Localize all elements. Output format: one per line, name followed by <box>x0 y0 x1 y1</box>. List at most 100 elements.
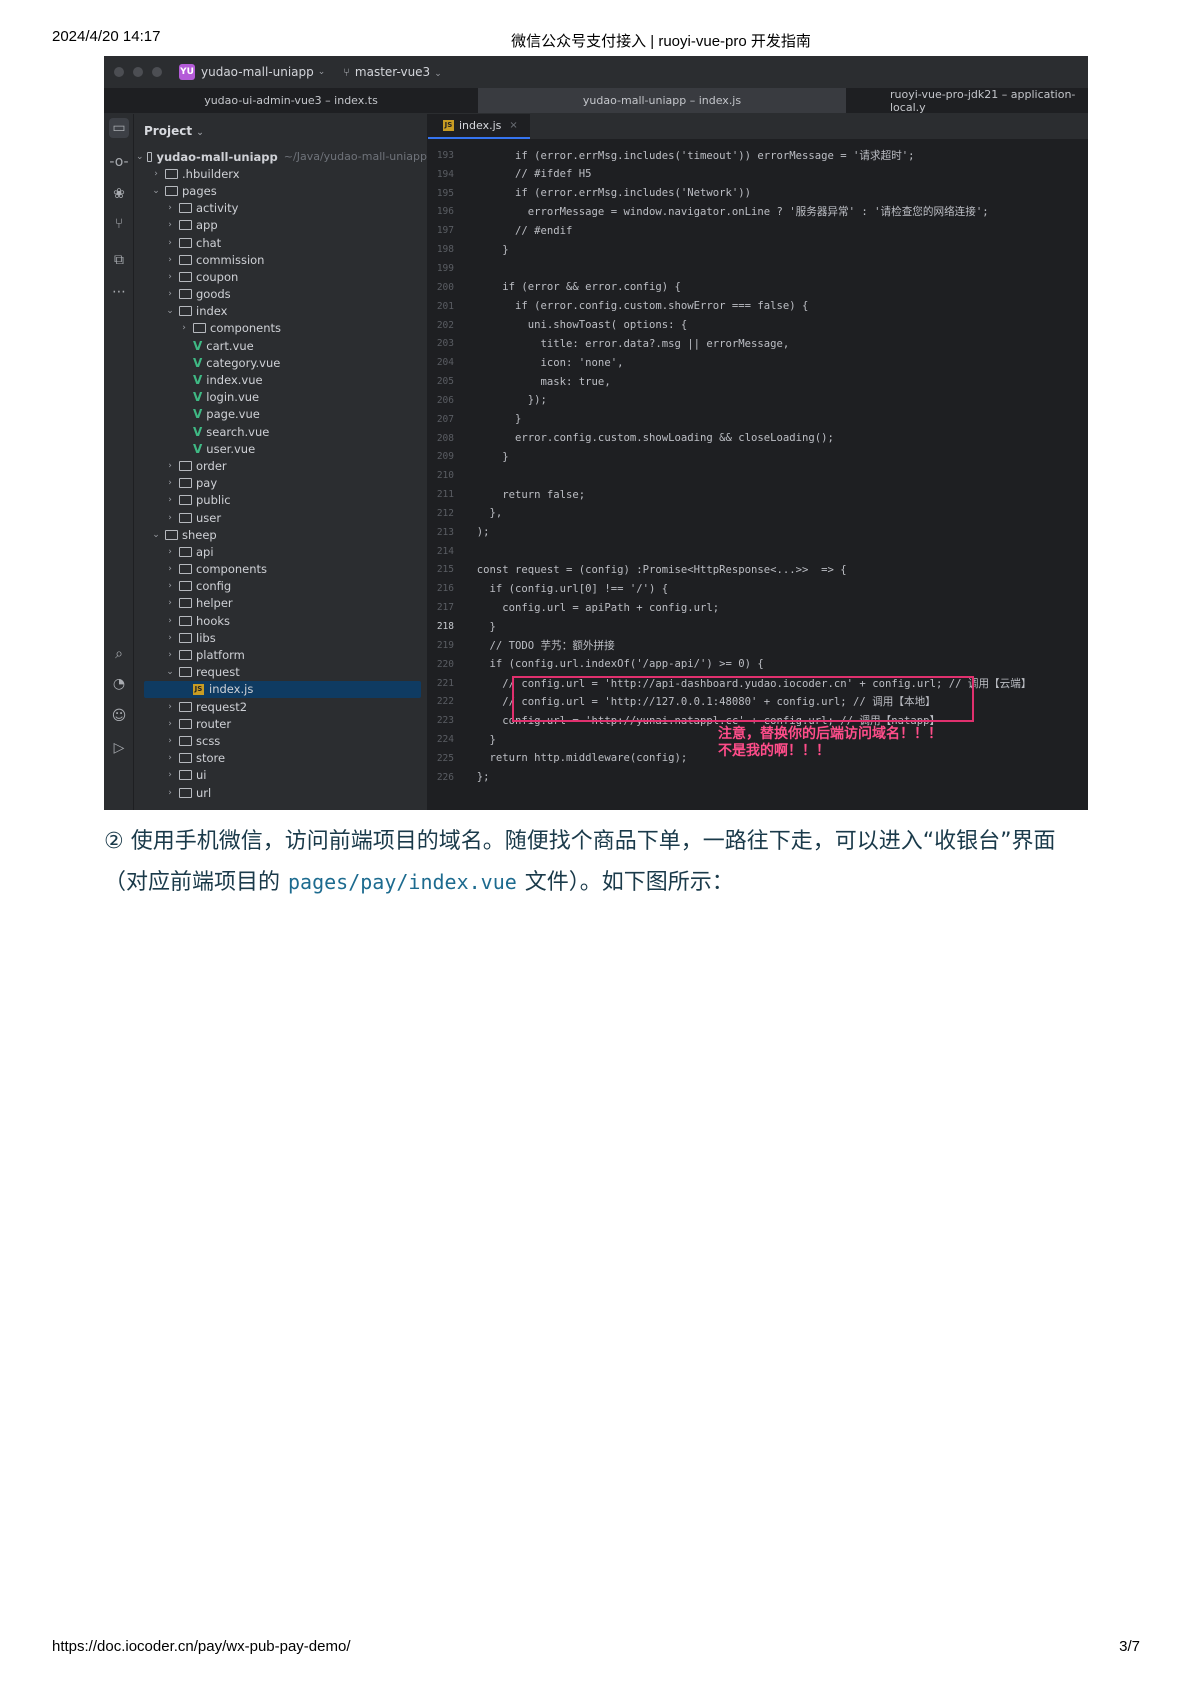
folder-icon <box>179 512 192 523</box>
code-text: }, <box>464 507 503 520</box>
window-zoom-dot <box>152 67 162 77</box>
tree-folder: › goods <box>134 286 427 303</box>
tree-file: Vuser.vue <box>134 440 427 457</box>
chevron-right-icon: › <box>168 220 172 231</box>
folder-icon <box>179 701 192 712</box>
chevron-right-icon: › <box>168 598 172 609</box>
code-line: 215 const request = (config) :Promise<Ht… <box>428 561 1088 580</box>
tree-item-label: ui <box>196 768 207 783</box>
folder-icon <box>179 495 192 506</box>
code-text: error.config.custom.showLoading && close… <box>464 432 834 445</box>
tree-file: Vindex.vue <box>134 371 427 388</box>
line-number: 220 <box>436 658 454 670</box>
tool-window-strip: ▭ -o- ❀ ⑂ ⧉ ⋯ ⌕ ◔ ☺ ▷ <box>104 114 134 810</box>
tree-item-label: search.vue <box>206 424 270 439</box>
tree-folder: › config <box>134 578 427 595</box>
chevron-down-icon: ⌄ <box>136 151 144 162</box>
code-line: 218 } <box>428 617 1088 636</box>
tree-folder: › platform <box>134 646 427 663</box>
tree-item-label: router <box>196 716 232 731</box>
folder-icon <box>179 220 192 231</box>
project-switcher: yudao-mall-uniapp <box>201 65 314 79</box>
tree-folder: ⌄ pages <box>134 182 427 199</box>
code-line: 217 config.url = apiPath + config.url; <box>428 598 1088 617</box>
tree-item-label: hooks <box>196 613 231 628</box>
editor-tab-index-js: JS index.js × <box>428 114 530 139</box>
chevron-right-icon: › <box>168 237 172 248</box>
tree-file: Vsearch.vue <box>134 423 427 440</box>
code-line: 219 // TODO 芋艿：额外拼接 <box>428 636 1088 655</box>
tree-item-label: commission <box>196 252 265 267</box>
code-line: 208 error.config.custom.showLoading && c… <box>428 429 1088 448</box>
plugins-icon: ❀ <box>113 186 125 202</box>
tree-item-label: libs <box>196 630 216 645</box>
print-url: https://doc.iocoder.cn/pay/wx-pub-pay-de… <box>52 1638 351 1655</box>
tree-folder: › scss <box>134 732 427 749</box>
tree-item-label: sheep <box>182 527 217 542</box>
tree-folder: › chat <box>134 234 427 251</box>
highlight-box <box>512 676 974 722</box>
tree-folder: › helper <box>134 595 427 612</box>
run-icon: ▷ <box>113 740 125 756</box>
code-line: 197 // #endif <box>428 221 1088 240</box>
folder-icon <box>179 770 192 781</box>
code-text: } <box>464 733 496 746</box>
code-text: return http.middleware(config); <box>464 752 688 765</box>
tree-item-label: index.js <box>209 682 254 697</box>
inline-code-path: pages/pay/index.vue <box>288 870 517 894</box>
chevron-right-icon: › <box>168 718 172 729</box>
line-number: 217 <box>436 602 454 614</box>
chevron-right-icon: › <box>182 323 186 334</box>
tree-item-label: request2 <box>196 699 248 714</box>
line-number: 216 <box>436 583 454 595</box>
line-number: 224 <box>436 734 454 746</box>
tree-item-label: pay <box>196 476 218 491</box>
chevron-right-icon: › <box>168 546 172 557</box>
code-line: 205 mask: true, <box>428 372 1088 391</box>
folder-icon <box>179 615 192 626</box>
window-close-dot <box>114 67 124 77</box>
chevron-right-icon: › <box>168 478 172 489</box>
chevron-down-icon: ⌄ <box>317 67 326 77</box>
chevron-right-icon: › <box>168 787 172 798</box>
tree-item-label: category.vue <box>206 355 281 370</box>
code-line: 193 if (error.errMsg.includes('timeout')… <box>428 146 1088 165</box>
code-text: if (error.errMsg.includes('timeout')) er… <box>464 149 915 162</box>
chevron-right-icon: › <box>168 581 172 592</box>
folder-icon <box>179 787 192 798</box>
chevron-right-icon: › <box>168 632 172 643</box>
line-number: 206 <box>436 394 454 406</box>
code-line: 207 } <box>428 410 1088 429</box>
folder-icon <box>165 168 178 179</box>
chevron-right-icon: › <box>168 735 172 746</box>
tree-folder: › components <box>134 561 427 578</box>
editor-tabs: JS index.js × <box>428 114 1088 140</box>
folder-icon <box>179 581 192 592</box>
line-number: 207 <box>436 413 454 425</box>
folder-icon <box>179 632 192 643</box>
tree-folder: › pay <box>134 475 427 492</box>
tree-folder: › router <box>134 715 427 732</box>
tree-root: ⌄ yudao-mall-uniapp ~/Java/yudao-mall-un… <box>134 148 427 165</box>
tree-folder: › hooks <box>134 612 427 629</box>
tree-item-label: request <box>196 665 240 680</box>
code-line: 196 errorMessage = window.navigator.onLi… <box>428 203 1088 222</box>
code-line: 226 }; <box>428 768 1088 787</box>
line-number: 201 <box>436 300 454 312</box>
vue-file-icon: V <box>193 390 203 405</box>
pull-request-icon: ⑂ <box>114 216 124 232</box>
line-number: 222 <box>436 696 454 708</box>
emoji-icon: ☺ <box>111 708 127 724</box>
code-line: 198 } <box>428 240 1088 259</box>
window-tab-active: yudao-mall-uniapp – index.js <box>478 88 846 113</box>
line-number: 210 <box>436 470 454 482</box>
code-editor: JS index.js × 193 if (error.errMsg.inclu… <box>428 114 1088 810</box>
js-file-icon: JS <box>193 683 204 695</box>
tree-file: Vlogin.vue <box>134 389 427 406</box>
tree-item-label: config <box>196 579 232 594</box>
tree-folder: › activity <box>134 200 427 217</box>
tree-folder: › app <box>134 217 427 234</box>
tree-folder: › order <box>134 457 427 474</box>
code-text: // TODO 芋艿：额外拼接 <box>464 639 615 652</box>
tree-folder: › request2 <box>134 698 427 715</box>
